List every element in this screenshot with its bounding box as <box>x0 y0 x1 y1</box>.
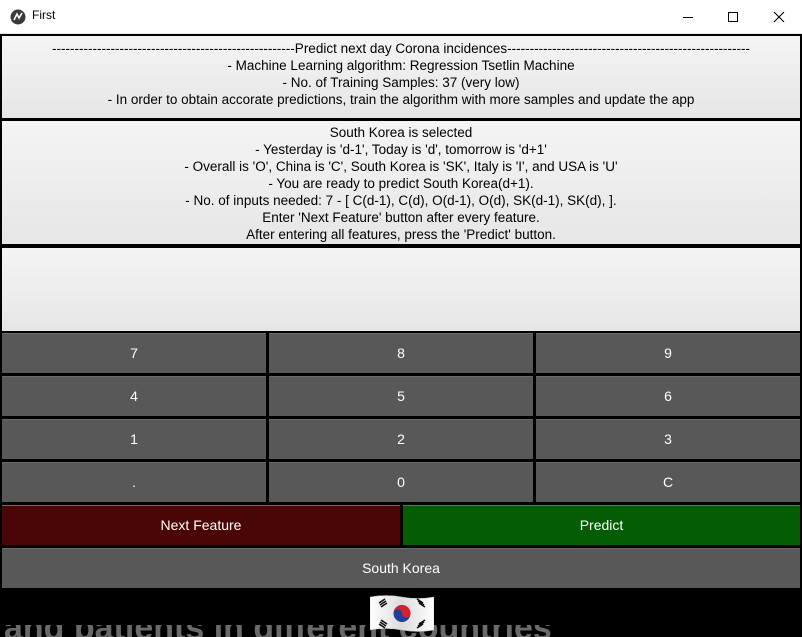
info-samples: - No. of Training Samples: 37 (very low) <box>282 75 520 90</box>
country-button[interactable]: South Korea <box>2 548 800 588</box>
minimize-icon <box>683 16 693 18</box>
key-4[interactable]: 4 <box>2 376 266 416</box>
status-line: South Korea is selected <box>329 125 473 140</box>
south-korea-flag-icon <box>370 595 434 632</box>
title-bar: First <box>0 0 802 34</box>
status-line: - No. of inputs needed: 7 - [ C(d-1), C(… <box>185 193 617 208</box>
app-icon <box>10 9 26 25</box>
predict-button[interactable]: Predict <box>403 505 800 545</box>
status-panel: South Korea is selected - Yesterday is '… <box>2 121 800 244</box>
key-2[interactable]: 2 <box>269 419 533 459</box>
minimize-button[interactable] <box>665 0 711 33</box>
key-8[interactable]: 8 <box>269 333 533 373</box>
status-line: - You are ready to predict South Korea(d… <box>268 176 534 191</box>
maximize-button[interactable] <box>710 0 756 33</box>
key-7[interactable]: 7 <box>2 333 266 373</box>
status-line: Enter 'Next Feature' button after every … <box>262 210 540 225</box>
key-6[interactable]: 6 <box>536 376 800 416</box>
app-content: ----------------------------------------… <box>0 34 802 637</box>
status-line: After entering all features, press the '… <box>246 227 556 242</box>
info-panel: ----------------------------------------… <box>2 36 800 118</box>
key-clear[interactable]: C <box>536 462 800 502</box>
input-display[interactable] <box>2 248 800 331</box>
key-9[interactable]: 9 <box>536 333 800 373</box>
next-feature-button[interactable]: Next Feature <box>2 505 400 545</box>
key-1[interactable]: 1 <box>2 419 266 459</box>
status-line: - Overall is 'O', China is 'C', South Ko… <box>184 159 618 174</box>
background-text: and patients in different countries <box>4 625 552 637</box>
close-button[interactable] <box>756 0 802 33</box>
key-3[interactable]: 3 <box>536 419 800 459</box>
key-5[interactable]: 5 <box>269 376 533 416</box>
close-icon <box>773 11 785 22</box>
key-0[interactable]: 0 <box>269 462 533 502</box>
info-note: - In order to obtain accorate prediction… <box>107 92 695 107</box>
info-heading: ----------------------------------------… <box>52 41 750 56</box>
window-title: First <box>32 8 56 22</box>
maximize-icon <box>728 11 738 22</box>
status-line: - Yesterday is 'd-1', Today is 'd', tomo… <box>255 142 547 157</box>
info-algorithm: - Machine Learning algorithm: Regression… <box>227 58 575 73</box>
key-decimal[interactable]: . <box>2 462 266 502</box>
